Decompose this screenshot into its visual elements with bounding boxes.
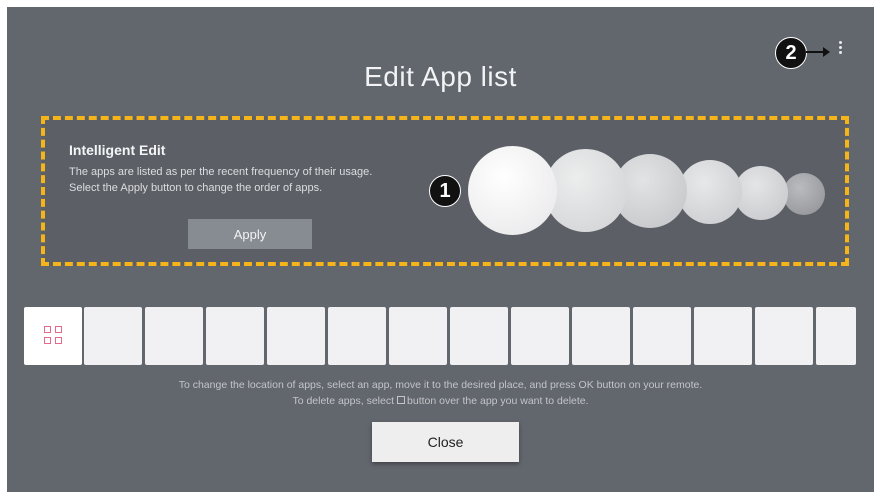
app-tile[interactable]: [267, 307, 325, 365]
app-tile[interactable]: [694, 307, 752, 365]
tv-screen: Edit App list 2 Intelligent Edit The app…: [7, 7, 874, 492]
app-tile[interactable]: [816, 307, 856, 365]
usage-circle-6: [783, 173, 825, 215]
description-line-2: Select the Apply button to change the or…: [69, 182, 323, 194]
app-tile[interactable]: [755, 307, 813, 365]
delete-box-icon: [397, 396, 406, 405]
instructions-line-2: To delete apps, select button over the ap…: [7, 393, 874, 409]
intelligent-edit-title: Intelligent Edit: [69, 142, 166, 158]
apply-button[interactable]: Apply: [188, 219, 312, 249]
app-tile-all-apps[interactable]: [24, 307, 82, 365]
app-tile[interactable]: [389, 307, 447, 365]
description-line-1: The apps are listed as per the recent fr…: [69, 166, 373, 178]
instructions-line-2-end: button over the app you want to delete.: [407, 395, 589, 407]
instructions-text: To change the location of apps, select a…: [7, 377, 874, 409]
usage-circle-4: [678, 160, 742, 224]
app-tile[interactable]: [572, 307, 630, 365]
intelligent-edit-description: The apps are listed as per the recent fr…: [69, 164, 449, 196]
close-button[interactable]: Close: [372, 422, 519, 462]
usage-circle-1: [468, 146, 557, 235]
app-tile[interactable]: [511, 307, 569, 365]
app-tile[interactable]: [633, 307, 691, 365]
app-tile[interactable]: [206, 307, 264, 365]
more-options-icon[interactable]: [836, 41, 844, 57]
app-tile[interactable]: [450, 307, 508, 365]
page-title: Edit App list: [364, 61, 517, 92]
callout-marker-2: 2: [775, 37, 807, 69]
usage-circle-5: [734, 166, 788, 220]
callout-arrow-icon: [806, 47, 830, 57]
app-tile[interactable]: [84, 307, 142, 365]
app-grid-icon: [44, 326, 64, 346]
app-tile[interactable]: [328, 307, 386, 365]
instructions-line-2-start: To delete apps, select: [292, 395, 395, 407]
instructions-line-1: To change the location of apps, select a…: [178, 379, 703, 391]
callout-marker-1: 1: [429, 175, 461, 207]
app-tile[interactable]: [145, 307, 203, 365]
